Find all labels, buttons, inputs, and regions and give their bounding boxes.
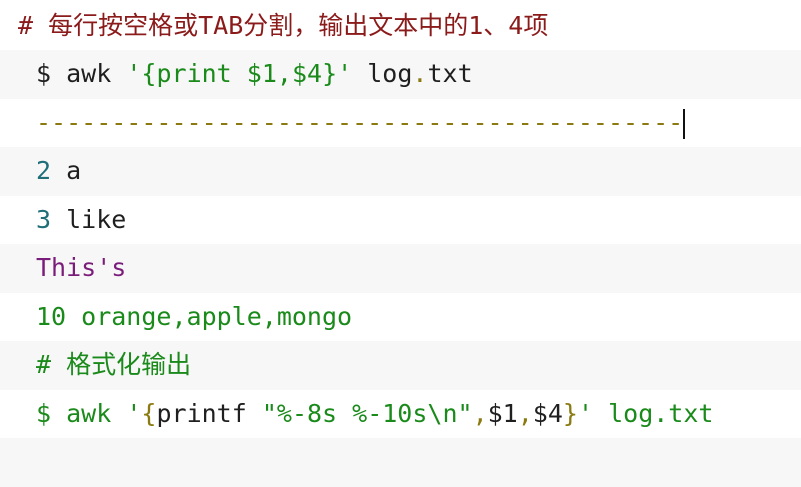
filename-dot: . [412, 59, 428, 88]
awk-command: awk [66, 398, 112, 428]
format-string: "%-8s %-10s\n" [261, 398, 473, 428]
code-line-comment-1: # 每行按空格或TAB分割，输出文本中的1、4项 [0, 0, 801, 50]
output-text: This's [36, 253, 127, 282]
code-block: # 每行按空格或TAB分割，输出文本中的1、4项 $ awk '{print $… [0, 0, 801, 487]
output-word: a [66, 156, 82, 185]
code-line-empty [0, 438, 801, 487]
field-vars: $1,$4 [246, 59, 323, 88]
quote-open: ' [126, 59, 142, 88]
code-line-output-3: This's [0, 244, 801, 293]
field-var-1: $1 [487, 398, 518, 428]
prompt-dollar: $ [36, 398, 52, 428]
filename-ext: txt [427, 59, 473, 88]
comma-1: , [472, 398, 488, 428]
comma-2: , [517, 398, 533, 428]
awk-command: awk [66, 59, 112, 88]
printf-keyword: printf [156, 398, 247, 428]
quote-close: ' [577, 398, 594, 428]
brace-close: } [322, 59, 338, 88]
separator-dashes: ----------------------------------------… [36, 107, 684, 137]
field-var-4: $4 [532, 398, 563, 428]
code-line-separator: ----------------------------------------… [0, 99, 801, 148]
code-line-awk-printf: $ awk '{printf "%-8s %-10s\n",$1,$4}' lo… [0, 390, 801, 439]
text-cursor [683, 108, 686, 139]
prompt-dollar: $ [36, 59, 52, 88]
code-line-output-4: 10 orange,apple,mongo [0, 293, 801, 342]
comment-text: # 每行按空格或TAB分割，输出文本中的1、4项 [18, 11, 549, 40]
comment-text: # 格式化输出 [36, 350, 192, 379]
code-line-output-2: 3 like [0, 196, 801, 245]
print-keyword: print [156, 59, 232, 88]
output-text: 10 orange,apple,mongo [36, 301, 353, 331]
output-number: 3 [36, 204, 52, 234]
quote-open: ' [126, 398, 142, 428]
code-line-output-1: 2 a [0, 147, 801, 196]
quote-close: ' [337, 59, 353, 88]
code-line-awk-print: $ awk '{print $1,$4}' log.txt [0, 50, 801, 99]
filename-base: log [367, 59, 413, 88]
output-word: like [66, 204, 127, 234]
brace-open: { [141, 59, 157, 88]
brace-open: { [141, 398, 157, 428]
brace-close: } [562, 398, 578, 428]
filename: log.txt [608, 398, 714, 428]
code-line-comment-2: # 格式化输出 [0, 341, 801, 390]
output-number: 2 [36, 156, 52, 185]
